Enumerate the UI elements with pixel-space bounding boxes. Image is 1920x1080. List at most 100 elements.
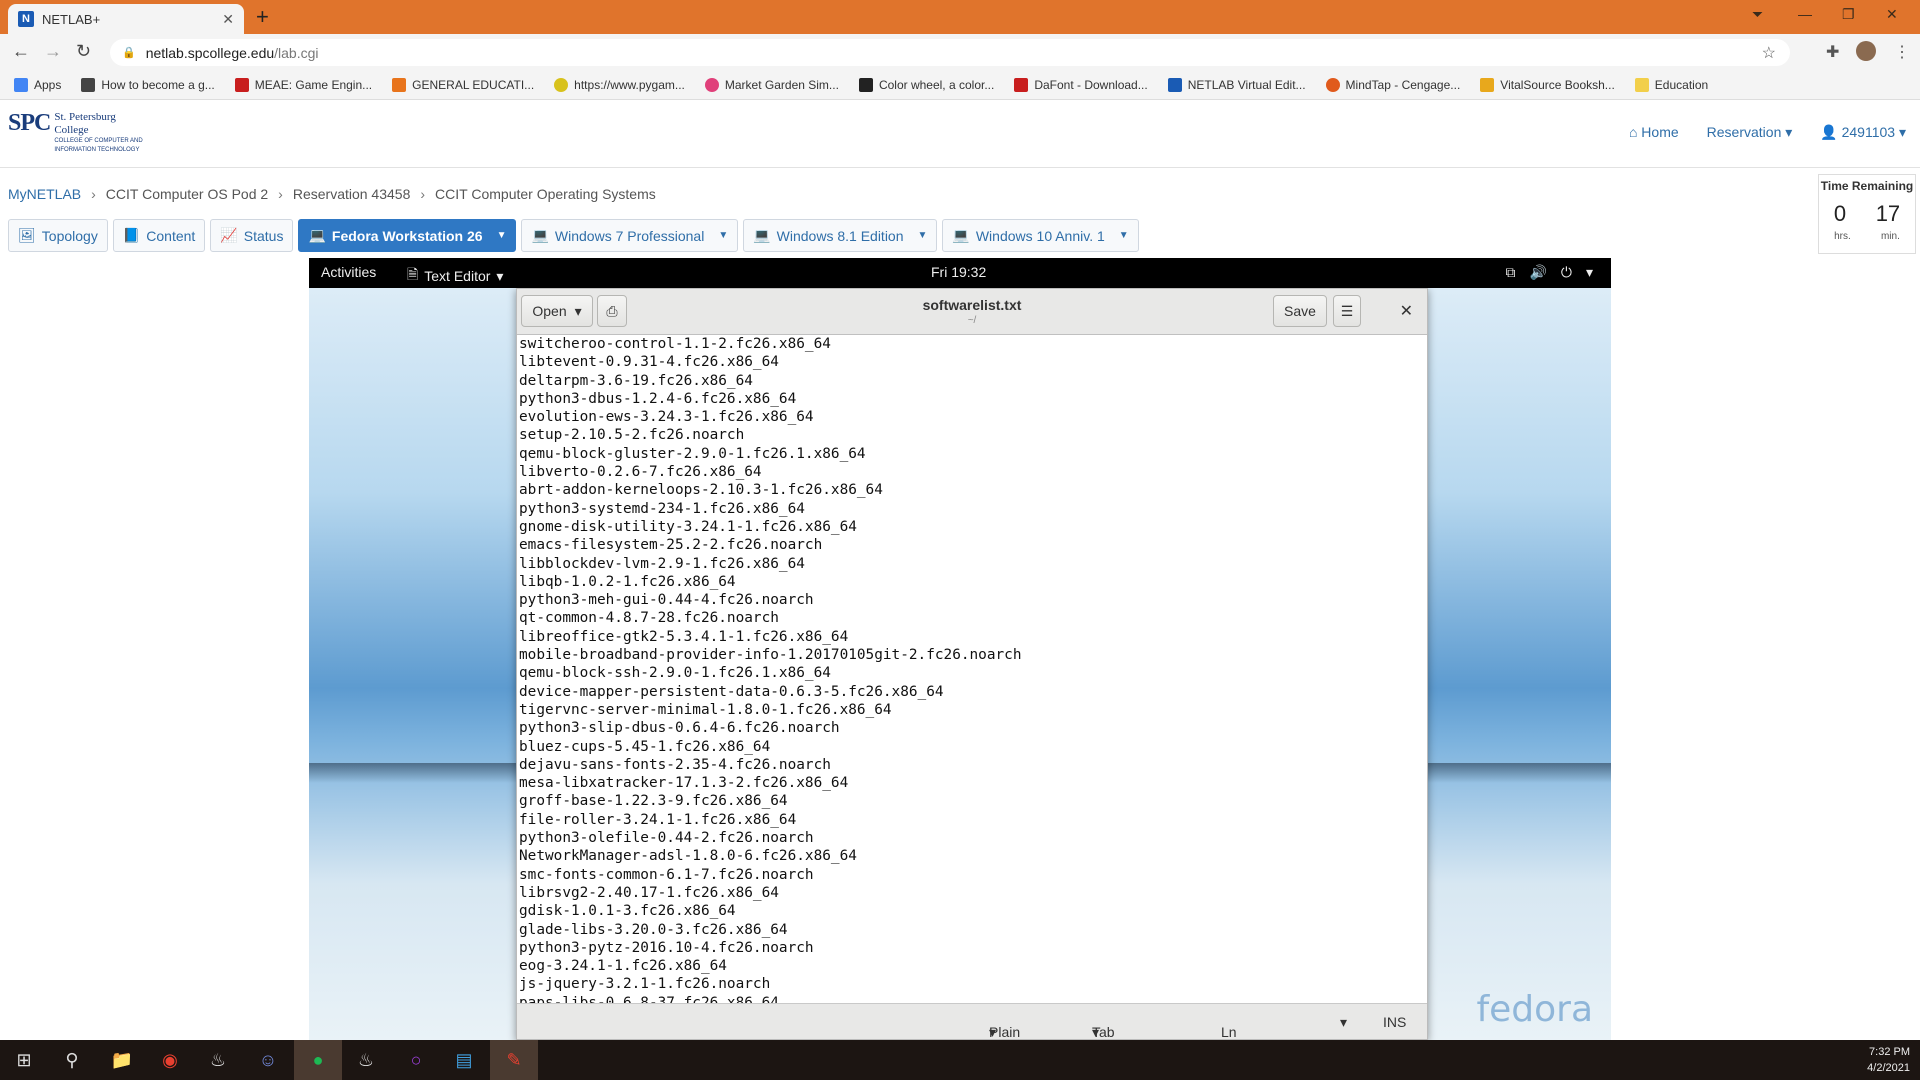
tab-content[interactable]: 📘 Content — [112, 219, 206, 252]
bookmark-favicon-icon — [1167, 77, 1182, 92]
menu-dots-icon[interactable]: ⋮ — [1894, 42, 1910, 62]
caret-down-icon: ▾ — [496, 267, 504, 284]
nav-user[interactable]: 👤 2491103 ▾ — [1820, 124, 1906, 141]
hamburger-menu-button[interactable]: ☰ — [1333, 295, 1361, 327]
caret-down-icon: ▼ — [496, 230, 507, 241]
bookmark-item[interactable]: GENERAL EDUCATI... — [392, 77, 534, 92]
bookmark-item[interactable]: VitalSource Booksh... — [1480, 77, 1615, 92]
folder-icon — [1634, 77, 1649, 92]
chrome-icon[interactable]: ◉ — [146, 1040, 194, 1080]
apps-grid-icon — [14, 77, 28, 92]
avatar[interactable] — [1856, 41, 1876, 61]
restore-button[interactable]: ❐ — [1842, 6, 1855, 23]
caret-down-icon[interactable]: ▾ — [1340, 1014, 1347, 1031]
reload-icon[interactable]: ↻ — [76, 42, 91, 60]
close-window-button[interactable]: ✕ — [1886, 6, 1898, 23]
tab-status[interactable]: 📈 Status — [210, 219, 294, 252]
hamburger-icon: ☰ — [1340, 302, 1354, 319]
editor-line: js-jquery-3.2.1-1.fc26.noarch — [519, 976, 771, 993]
minimize-button[interactable]: — — [1798, 6, 1812, 22]
tab-windows-8-1[interactable]: 💻 Windows 8.1 Edition ▼ — [743, 219, 938, 252]
activities-button[interactable]: Activities — [321, 264, 376, 280]
profile-menu-icon[interactable]: ⏷ — [1752, 6, 1763, 23]
bookmark-item[interactable]: DaFont - Download... — [1014, 77, 1148, 92]
netlab-favicon: N — [18, 11, 34, 27]
user-icon: 👤 — [1820, 124, 1842, 140]
bookmark-folder[interactable]: Education — [1634, 77, 1708, 92]
editor-line: switcheroo-control-1.1-2.fc26.x86_64 — [519, 336, 831, 352]
browser-toolbar: ← → ↻ 🔒 netlab.spcollege.edu/lab.cgi ☆ ✚… — [0, 34, 1920, 70]
editor-line: deltarpm-3.6-19.fc26.x86_64 — [519, 372, 753, 389]
app-menu[interactable]: 🗎 Text Editor ▾ — [407, 264, 503, 288]
editor-line: libtevent-0.9.31-4.fc26.x86_64 — [519, 354, 779, 371]
network-icon: ⧉ — [1505, 264, 1516, 280]
bookmark-item[interactable]: Market Garden Sim... — [704, 77, 839, 92]
spotify-icon[interactable]: ● — [294, 1040, 342, 1080]
bookmark-item[interactable]: https://www.pygam... — [554, 77, 685, 92]
editor-line: device-mapper-persistent-data-0.6.3-5.fc… — [519, 683, 944, 700]
browser-tab[interactable]: N NETLAB+ ✕ — [8, 4, 244, 34]
cortana-icon[interactable]: ○ — [392, 1040, 440, 1080]
file-explorer-icon[interactable]: 📁 — [98, 1040, 146, 1080]
windows-start-icon[interactable]: ⊞ — [0, 1040, 48, 1080]
editor-line: libblockdev-lvm-2.9-1.fc26.x86_64 — [519, 555, 805, 572]
caret-down-icon: ▾ — [1781, 124, 1793, 140]
tab-fedora-workstation[interactable]: 💻 Fedora Workstation 26 ▼ — [298, 219, 517, 252]
back-icon[interactable]: ← — [12, 42, 30, 60]
minutes-unit: min. — [1880, 231, 1900, 242]
steam-icon[interactable]: ♨ — [342, 1040, 390, 1080]
editor-line: file-roller-3.24.1-1.fc26.x86_64 — [519, 811, 797, 828]
editor-line: qemu-block-gluster-2.9.0-1.fc26.1.x86_64 — [519, 445, 866, 462]
bookmark-favicon-icon — [554, 77, 569, 92]
close-icon[interactable]: ✕ — [1400, 301, 1413, 321]
system-clock[interactable]: 7:32 PM 4/2/2021 — [1867, 1044, 1910, 1076]
spc-logo[interactable]: SPC St. Petersburg College COLLEGE OF CO… — [8, 110, 143, 154]
bookmark-favicon-icon — [392, 77, 407, 92]
breadcrumb-separator: › — [91, 186, 96, 202]
extensions-icon[interactable]: ✚ — [1826, 42, 1839, 62]
save-button[interactable]: Save — [1273, 295, 1327, 327]
gnome-clock[interactable]: Fri 19:32 — [931, 264, 986, 280]
bookmark-item[interactable]: MEAE: Game Engin... — [234, 77, 372, 92]
laptop-icon: 💻 — [753, 227, 771, 243]
tab-windows-10[interactable]: 💻 Windows 10 Anniv. 1 ▼ — [942, 219, 1139, 252]
laptop-icon: 💻 — [308, 227, 326, 243]
fedora-wallpaper-logo: fedora — [1476, 989, 1593, 1030]
bookmark-item[interactable]: NETLAB Virtual Edit... — [1167, 77, 1306, 92]
caret-down-icon: ▾ — [1092, 1024, 1100, 1040]
system-menu[interactable]: ⧉ 🔊 ⏻ ▾ — [1505, 264, 1593, 281]
url-path: /lab.cgi — [274, 44, 319, 61]
app-active-icon[interactable]: ✎ — [490, 1040, 538, 1080]
editor-line: emacs-filesystem-25.2-2.fc26.noarch — [519, 537, 823, 554]
search-icon[interactable]: ⚲ — [48, 1040, 96, 1080]
nav-reservation[interactable]: Reservation ▾ — [1707, 124, 1793, 141]
bookmark-item[interactable]: Apps — [14, 77, 61, 92]
bookmark-item[interactable]: MindTap - Cengage... — [1325, 77, 1460, 92]
breadcrumb-pod: CCIT Computer OS Pod 2 — [105, 186, 269, 202]
bookmark-star-icon[interactable]: ☆ — [1762, 43, 1776, 63]
new-tab-button[interactable]: + — [256, 6, 269, 28]
editor-line: libqb-1.0.2-1.fc26.x86_64 — [519, 573, 736, 590]
nav-home[interactable]: ⌂ Home — [1629, 124, 1679, 141]
forward-icon[interactable]: → — [44, 42, 62, 60]
app-window-icon[interactable]: ▤ — [440, 1040, 488, 1080]
bookmark-item[interactable]: Color wheel, a color... — [858, 77, 994, 92]
bookmark-favicon-icon — [1014, 77, 1029, 92]
gedit-window: Open ▾ ⎙ softwarelist.txt ~/ Save ☰ ✕ swi… — [516, 288, 1428, 1040]
bookmark-favicon-icon — [1480, 77, 1495, 92]
breadcrumb-mynetlab[interactable]: MyNETLAB — [8, 186, 81, 202]
tab-topology[interactable]: 🖼 Topology — [8, 219, 108, 252]
vm-console[interactable]: Activities 🗎 Text Editor ▾ Fri 19:32 ⧉ 🔊 ⏻… — [309, 258, 1611, 1040]
editor-line: tigervnc-server-minimal-1.8.0-1.fc26.x86… — [519, 701, 892, 718]
discord-icon[interactable]: ☺ — [244, 1040, 292, 1080]
tab-windows-7[interactable]: 💻 Windows 7 Professional ▼ — [521, 219, 739, 252]
steam-icon[interactable]: ♨ — [194, 1040, 242, 1080]
bookmark-item[interactable]: How to become a g... — [81, 77, 215, 92]
close-tab-icon[interactable]: ✕ — [222, 11, 234, 28]
text-editor-area[interactable]: switcheroo-control-1.1-2.fc26.x86_64libt… — [519, 335, 1425, 1003]
lock-icon[interactable]: 🔒 — [122, 46, 136, 59]
editor-line: libverto-0.2.6-7.fc26.x86_64 — [519, 464, 762, 481]
tab-title: NETLAB+ — [42, 11, 101, 27]
laptop-icon: 💻 — [952, 227, 970, 243]
address-bar[interactable]: 🔒 netlab.spcollege.edu/lab.cgi ☆ — [110, 39, 1790, 66]
